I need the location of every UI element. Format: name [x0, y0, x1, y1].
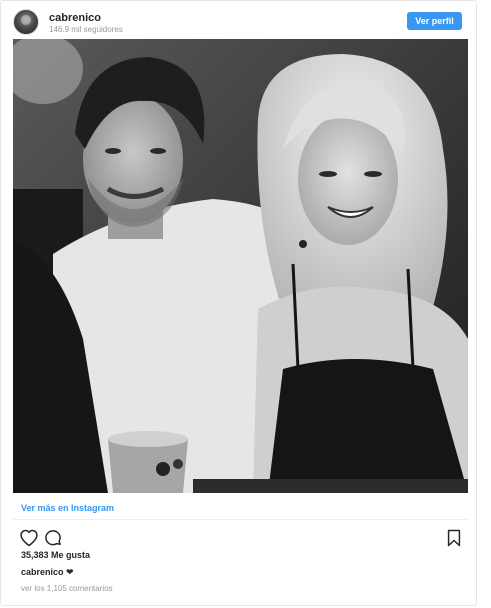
view-profile-button[interactable]: Ver perfil [407, 12, 462, 30]
username[interactable]: cabrenico [49, 12, 101, 24]
post-caption: cabrenico ❤ [21, 567, 74, 578]
post-photo[interactable] [13, 39, 468, 493]
instagram-embed-card: cabrenico 146.9 mil seguidores Ver perfi… [0, 0, 477, 606]
like-count: 35,383 Me gusta [21, 550, 91, 560]
photo-illustration [13, 39, 468, 493]
heart-outline-icon[interactable] [19, 528, 39, 548]
caption-username[interactable]: cabrenico [21, 567, 64, 577]
caption-text: ❤ [63, 567, 74, 577]
post-header: cabrenico 146.9 mil seguidores Ver perfi… [1, 1, 476, 39]
view-comments-link[interactable]: ver los 1,105 comentarios [21, 584, 113, 593]
profile-avatar[interactable] [13, 9, 39, 35]
divider [13, 519, 468, 520]
comment-bubble-icon[interactable] [43, 528, 63, 548]
bookmark-outline-icon[interactable] [444, 528, 464, 548]
follower-count: 146.9 mil seguidores [49, 25, 123, 34]
view-more-on-instagram-link[interactable]: Ver más en Instagram [21, 503, 114, 513]
